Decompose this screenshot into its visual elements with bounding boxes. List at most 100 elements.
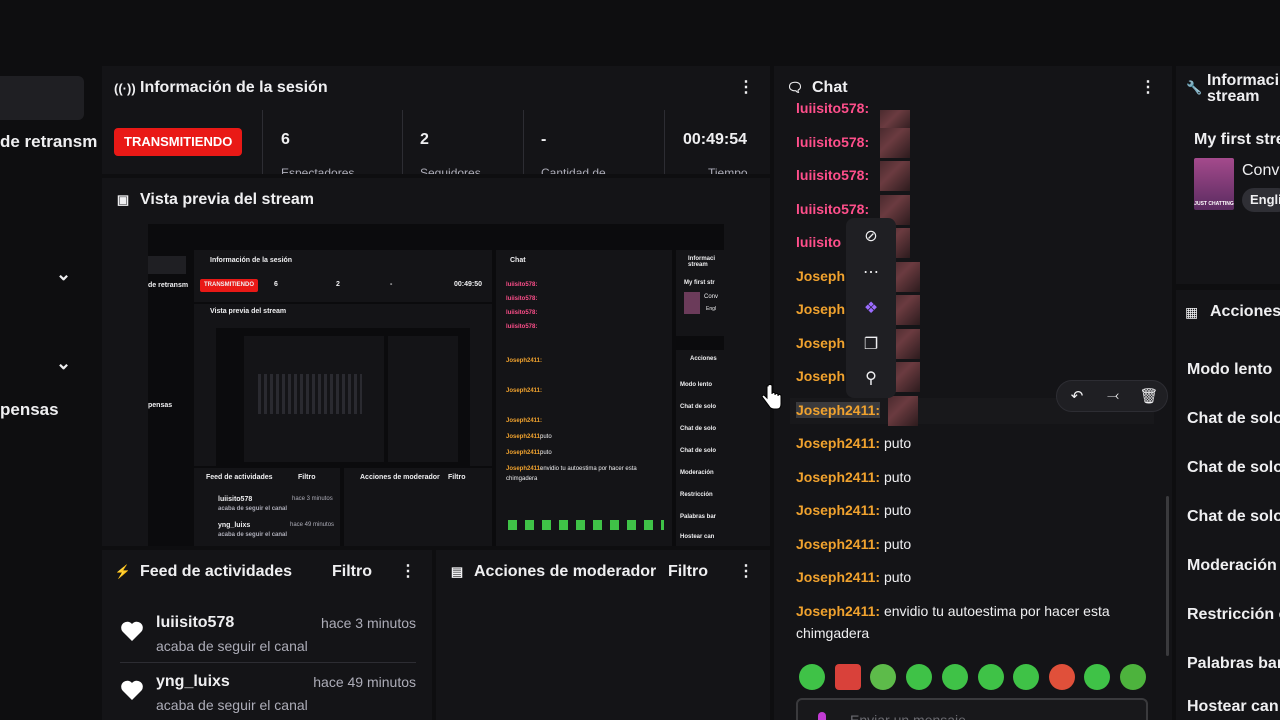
mini-chat-user: luiisito578: bbox=[506, 296, 538, 302]
chat-message[interactable]: luiisito578: bbox=[796, 167, 869, 183]
mini-chat-user: Joseph2411: bbox=[506, 450, 543, 456]
chat-emote-image bbox=[880, 161, 910, 191]
emote-button[interactable] bbox=[870, 664, 896, 690]
sidebar-item-recompensas[interactable]: pensas bbox=[0, 400, 59, 420]
category-thumbnail[interactable]: JUST CHATTING bbox=[1194, 158, 1234, 210]
action-chat-mode[interactable]: Chat de solo bbox=[1187, 410, 1280, 428]
divider bbox=[120, 662, 416, 663]
emote-button[interactable] bbox=[835, 664, 861, 690]
chat-input-placeholder: Enviar un mensaje bbox=[850, 712, 966, 720]
emote-button[interactable] bbox=[799, 664, 825, 690]
feed-username[interactable]: yng_luixs bbox=[156, 673, 230, 691]
lightning-icon: ⚡ bbox=[114, 564, 132, 579]
pin-icon[interactable]: ⤙ bbox=[1101, 387, 1125, 404]
activity-feed-header: ⚡ Feed de actividades bbox=[102, 550, 432, 594]
mod-actions-panel: ▤ Acciones de moderador Filtro ⋮ bbox=[436, 550, 770, 720]
chat-username[interactable]: luiisito578: bbox=[796, 201, 869, 217]
action-banned-words[interactable]: Palabras bar bbox=[1187, 655, 1280, 673]
more-options-icon[interactable]: ⋮ bbox=[736, 78, 756, 98]
chat-message[interactable]: Joseph bbox=[796, 335, 845, 351]
chevron-down-icon[interactable]: ⌄ bbox=[56, 353, 71, 374]
mini-feed-time-1: hace 3 minutos bbox=[292, 496, 333, 502]
category-thumbnail-text: JUST CHATTING bbox=[1194, 201, 1234, 207]
chat-username[interactable]: luiisito bbox=[796, 234, 841, 250]
chat-message[interactable]: Joseph2411: puto bbox=[796, 435, 911, 451]
hide-icon[interactable]: ⊘ bbox=[846, 226, 896, 246]
divider bbox=[523, 110, 524, 174]
copy-icon[interactable]: ❐ bbox=[846, 334, 896, 354]
language-tag[interactable]: Engli bbox=[1242, 188, 1280, 212]
emote-button[interactable] bbox=[978, 664, 1004, 690]
reply-icon[interactable]: ↶ bbox=[1065, 387, 1089, 405]
emote-button[interactable] bbox=[1120, 664, 1146, 690]
mini-feed-sub-2: acaba de seguir el canal bbox=[218, 532, 288, 538]
mini-chat-msg: chimgadera bbox=[506, 476, 538, 482]
chat-user-badge-icon bbox=[818, 712, 826, 720]
mini-chat-panel bbox=[496, 250, 672, 546]
chat-text: puto bbox=[883, 536, 912, 552]
chevron-down-icon[interactable]: ⌄ bbox=[56, 264, 71, 285]
emote-button[interactable] bbox=[1013, 664, 1039, 690]
more-options-icon[interactable]: ⋮ bbox=[398, 562, 418, 582]
action-chat-mode[interactable]: Chat de solo bbox=[1187, 459, 1280, 477]
feed-filter-button[interactable]: Filtro bbox=[332, 563, 372, 581]
search-icon[interactable]: ⚲ bbox=[846, 368, 896, 388]
chat-message[interactable]: Joseph bbox=[796, 368, 845, 384]
chat-username[interactable]: Joseph bbox=[796, 268, 845, 284]
mod-filter-button[interactable]: Filtro bbox=[668, 563, 708, 581]
chat-message[interactable]: Joseph2411: envidio tu autoestima por ha… bbox=[796, 603, 1110, 619]
chat-username[interactable]: Joseph2411: bbox=[796, 536, 880, 552]
chat-username[interactable]: Joseph bbox=[796, 368, 845, 384]
sidebar-item-retransmision[interactable]: de retransm bbox=[0, 132, 97, 152]
actions-title: Acciones bbox=[1210, 303, 1280, 320]
trash-icon[interactable]: 🗑 bbox=[1137, 387, 1161, 405]
mini-sidebar-pill bbox=[148, 256, 186, 274]
chat-message[interactable]: luiisito578: bbox=[796, 100, 869, 114]
chat-message-input[interactable]: Enviar un mensaje bbox=[796, 698, 1148, 720]
chat-scrollbar[interactable] bbox=[1166, 496, 1169, 656]
chat-username[interactable]: luiisito578: bbox=[796, 100, 869, 114]
emote-button[interactable] bbox=[1049, 664, 1075, 690]
mini-chat-user: Joseph2411: bbox=[506, 418, 543, 424]
more-options-icon[interactable]: ⋮ bbox=[736, 562, 756, 582]
feed-username[interactable]: luiisito578 bbox=[156, 614, 234, 632]
sidebar-selected-item[interactable] bbox=[0, 76, 84, 120]
chat-username[interactable]: Joseph bbox=[796, 335, 845, 351]
more-options-icon[interactable]: ⋮ bbox=[1138, 78, 1158, 98]
action-slow-mode[interactable]: Modo lento bbox=[1187, 361, 1272, 379]
chat-message[interactable]: Joseph2411: puto bbox=[796, 502, 911, 518]
chat-username[interactable]: Joseph2411: bbox=[796, 435, 880, 451]
chat-username[interactable]: Joseph2411: bbox=[796, 603, 880, 619]
chat-username[interactable]: Joseph2411: bbox=[796, 569, 880, 585]
chat-username[interactable]: Joseph2411: bbox=[796, 402, 881, 418]
copilot-icon[interactable]: ❖ bbox=[846, 298, 896, 318]
chat-username[interactable]: Joseph2411: bbox=[796, 502, 880, 518]
chat-username[interactable]: luiisito578: bbox=[796, 134, 869, 150]
chat-message[interactable]: Joseph bbox=[796, 268, 845, 284]
chat-username[interactable]: Joseph bbox=[796, 301, 845, 317]
chat-username[interactable]: Joseph2411: bbox=[796, 469, 880, 485]
chat-message[interactable]: luiisito bbox=[796, 234, 841, 250]
stat-amount-label: Cantidad de bbox=[541, 166, 606, 174]
chat-message[interactable]: Joseph2411: puto bbox=[796, 469, 911, 485]
mini-chat-user: luiisito578: bbox=[506, 324, 538, 330]
chat-message[interactable]: luiisito578: bbox=[796, 134, 869, 150]
mini-action: Restricción bbox=[680, 492, 713, 498]
stream-preview-video[interactable]: Información de la sesión TRANSMITIENDO 6… bbox=[148, 224, 724, 546]
chat-message[interactable]: Joseph2411: puto bbox=[796, 536, 911, 552]
chat-message[interactable]: luiisito578: bbox=[796, 201, 869, 217]
action-restriction[interactable]: Restricción c bbox=[1187, 606, 1280, 624]
category-name[interactable]: Conv bbox=[1242, 162, 1279, 180]
chat-message[interactable]: Joseph2411: puto bbox=[796, 569, 911, 585]
more-horizontal-icon[interactable]: ⋯ bbox=[846, 262, 896, 282]
chat-message[interactable]: Joseph bbox=[796, 301, 845, 317]
action-chat-mode[interactable]: Chat de solo bbox=[1187, 508, 1280, 526]
session-info-header: ((·)) Información de la sesión bbox=[102, 66, 770, 110]
emote-button[interactable] bbox=[906, 664, 932, 690]
chat-username[interactable]: luiisito578: bbox=[796, 167, 869, 183]
emote-button[interactable] bbox=[942, 664, 968, 690]
emote-button[interactable] bbox=[1084, 664, 1110, 690]
chat-message[interactable]: Joseph2411: bbox=[796, 402, 881, 418]
action-moderation[interactable]: Moderación bbox=[1187, 557, 1277, 575]
action-host-channel[interactable]: Hostear can bbox=[1187, 698, 1279, 716]
